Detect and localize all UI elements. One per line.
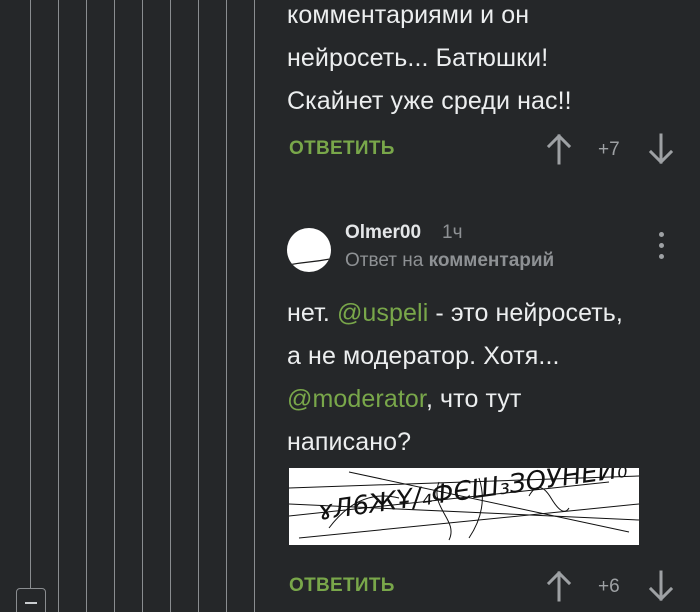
- thread-line: [30, 0, 31, 612]
- comment-line: @moderator, что тут: [287, 378, 623, 421]
- reply-to-line: Ответ на комментарий: [345, 250, 554, 272]
- captcha-text: ɤЛ6ЖҰ/₄ФЄШ₃ЗОУНЕИ₀: [316, 468, 630, 527]
- prev-comment-body: комментариями и он нейросеть... Батюшки!…: [287, 0, 572, 123]
- prev-reply-button[interactable]: ОТВЕТИТЬ: [289, 138, 395, 160]
- thread-line: [86, 0, 87, 612]
- collapse-thread-button[interactable]: [16, 588, 46, 612]
- prev-comment-line: комментариями и он: [287, 1, 530, 29]
- comment-line: написано?: [287, 428, 412, 456]
- thread-line: [58, 0, 59, 612]
- reply-to-link[interactable]: комментарий: [429, 250, 555, 271]
- thread-line: [226, 0, 227, 612]
- captcha-image[interactable]: ɤЛ6ЖҰ/₄ФЄШ₃ЗОУНЕИ₀: [288, 454, 640, 545]
- mention-moderator[interactable]: @moderator: [287, 385, 426, 413]
- arrow-down-icon[interactable]: [647, 570, 675, 602]
- arrow-up-icon[interactable]: [545, 133, 573, 165]
- thread-line: [198, 0, 199, 612]
- avatar-scribble-icon: [287, 258, 331, 266]
- comment-text: , что тут: [425, 385, 522, 413]
- more-vertical-icon[interactable]: [654, 232, 668, 260]
- prev-comment-line: Скайнет уже среди нас!!: [287, 87, 572, 115]
- comment-rating: +6: [598, 576, 620, 597]
- reply-button[interactable]: ОТВЕТИТЬ: [289, 575, 395, 597]
- avatar[interactable]: [287, 228, 331, 272]
- arrow-up-icon[interactable]: [545, 570, 573, 602]
- arrow-down-icon[interactable]: [647, 133, 675, 165]
- comment-time: 1ч: [442, 222, 463, 243]
- comment-line: а не модератор. Хотя...: [287, 342, 560, 370]
- comment-text: - это нейросеть,: [428, 299, 623, 327]
- mention-uspeli[interactable]: @uspeli: [337, 299, 428, 327]
- thread-line: [254, 0, 255, 612]
- comment-line: нет. @uspeli - это нейросеть,: [287, 292, 623, 335]
- captcha-noise-icon: ɤЛ6ЖҰ/₄ФЄШ₃ЗОУНЕИ₀: [288, 454, 640, 541]
- prev-rating: +7: [598, 139, 620, 160]
- reply-to-prefix: Ответ на: [345, 250, 424, 271]
- prev-comment-line: нейросеть... Батюшки!: [287, 44, 549, 72]
- comment-body: нет. @uspeli - это нейросеть, а не модер…: [287, 292, 623, 464]
- comment-text: нет.: [287, 299, 337, 327]
- thread-line: [114, 0, 115, 612]
- thread-line: [142, 0, 143, 612]
- comment-author[interactable]: Olmer00: [345, 222, 421, 244]
- thread-line: [170, 0, 171, 612]
